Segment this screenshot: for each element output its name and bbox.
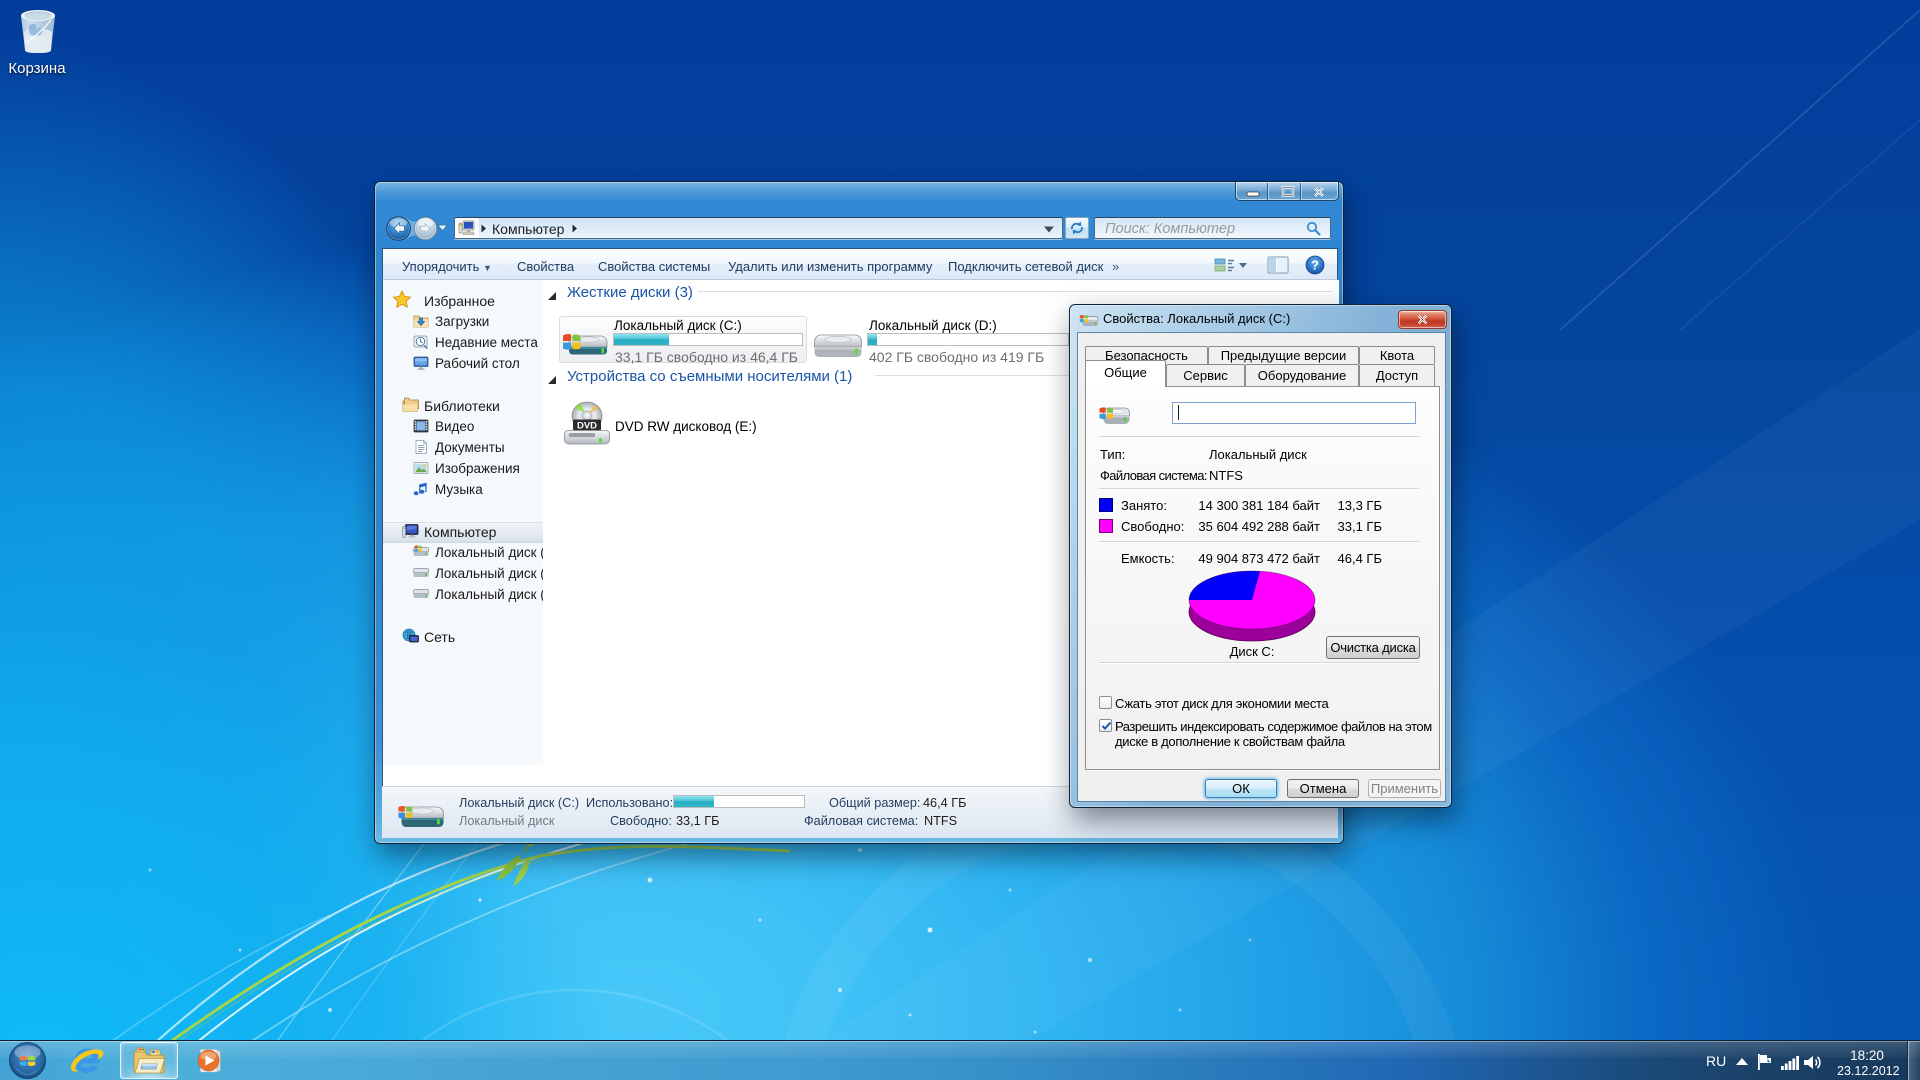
svg-text:?: ? xyxy=(1311,258,1319,273)
svg-text:DVD: DVD xyxy=(577,421,597,432)
